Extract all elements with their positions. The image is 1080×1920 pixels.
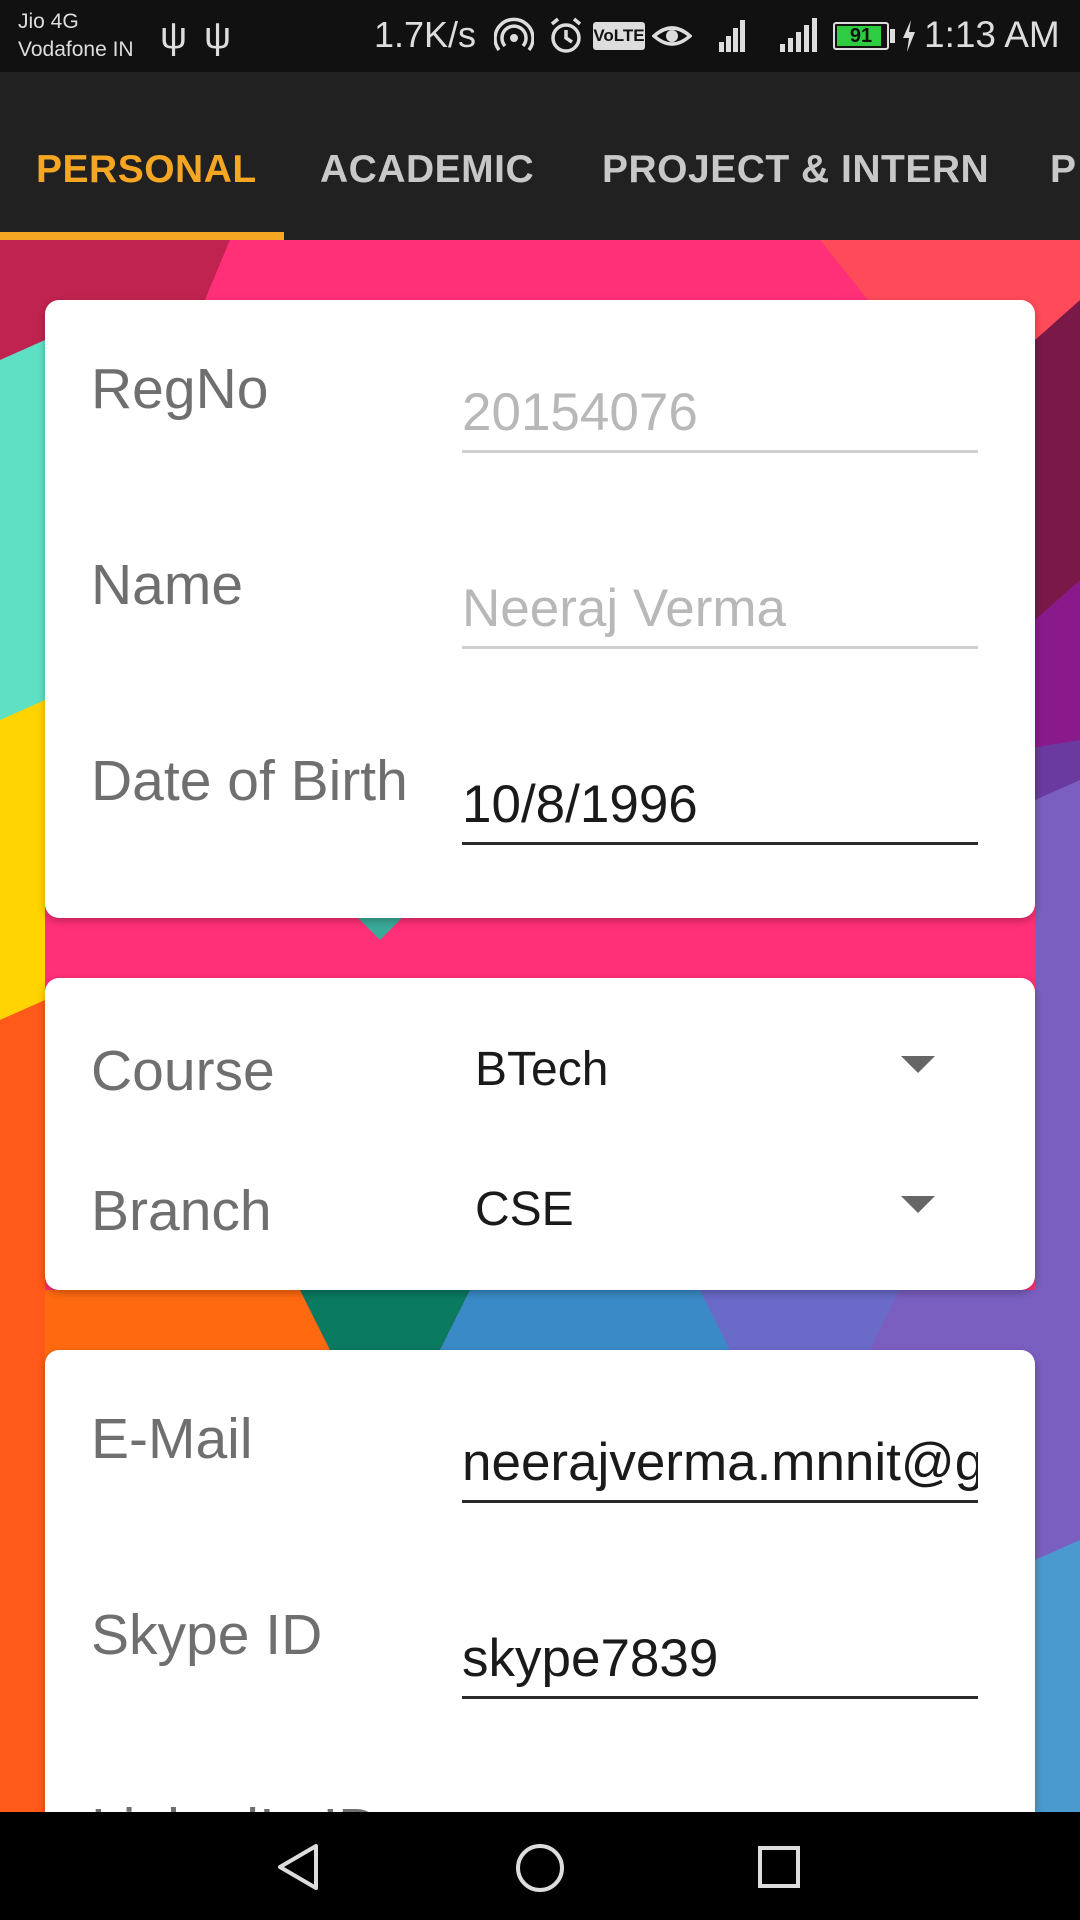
email-field[interactable]: neerajverma.mnnit@g: [462, 1430, 978, 1503]
tab-personal[interactable]: PERSONAL: [36, 148, 257, 192]
tab-academic[interactable]: ACADEMIC: [320, 148, 534, 192]
contact-info-card: E-Mail neerajverma.mnnit@g Skype ID skyp…: [45, 1350, 1035, 1870]
volte-icon: VoLTE: [593, 22, 645, 50]
chevron-down-icon[interactable]: [901, 1056, 935, 1073]
carrier-2: Vodafone IN: [18, 38, 134, 61]
eye-icon: [651, 16, 693, 65]
signal-icon: [780, 18, 820, 52]
carrier-1: Jio 4G: [18, 10, 79, 33]
regno-label: RegNo: [91, 357, 269, 421]
branch-spinner[interactable]: CSE: [475, 1182, 574, 1237]
carrier-info: Jio 4G Vodafone IN: [18, 8, 134, 64]
chevron-down-icon[interactable]: [901, 1196, 935, 1213]
tab-next[interactable]: P: [1050, 148, 1077, 192]
skype-field[interactable]: skype7839: [462, 1626, 978, 1699]
signal-4g-icon: [703, 18, 745, 52]
navigation-bar: [0, 1812, 1080, 1920]
course-spinner[interactable]: BTech: [475, 1042, 608, 1097]
personal-info-card: RegNo 20154076 Name Neeraj Verma Date of…: [45, 300, 1035, 918]
battery-icon: 91: [833, 22, 889, 50]
course-info-card: Course BTech Branch CSE: [45, 978, 1035, 1290]
tab-project-intern[interactable]: PROJECT & INTERN: [602, 148, 989, 192]
battery-tip: [890, 29, 895, 43]
name-field: Neeraj Verma: [462, 576, 978, 649]
email-label: E-Mail: [91, 1407, 253, 1471]
charging-icon: [900, 16, 918, 65]
branch-label: Branch: [91, 1179, 272, 1243]
regno-field: 20154076: [462, 380, 978, 453]
dob-field[interactable]: 10/8/1996: [462, 772, 978, 845]
home-icon[interactable]: [514, 1842, 566, 1899]
tab-indicator: [0, 232, 284, 240]
clock: 1:13 AM: [924, 14, 1060, 55]
usb-icon: ψ: [204, 15, 232, 57]
status-bar: Jio 4G Vodafone IN ψ ψ 1.7K/s VoLTE 91 1…: [0, 0, 1080, 72]
dob-label: Date of Birth: [91, 749, 408, 813]
recents-icon[interactable]: [756, 1844, 802, 1895]
skype-label: Skype ID: [91, 1603, 323, 1667]
course-label: Course: [91, 1039, 275, 1103]
alarm-icon: [548, 16, 584, 65]
name-label: Name: [91, 553, 244, 617]
net-speed: 1.7K/s: [374, 14, 477, 55]
battery-percent: 91: [849, 25, 873, 47]
tab-bar: PERSONAL ACADEMIC PROJECT & INTERN P: [0, 72, 1080, 240]
hotspot-icon: [493, 16, 535, 65]
back-icon[interactable]: [274, 1842, 324, 1897]
usb-icon: ψ: [160, 15, 188, 57]
